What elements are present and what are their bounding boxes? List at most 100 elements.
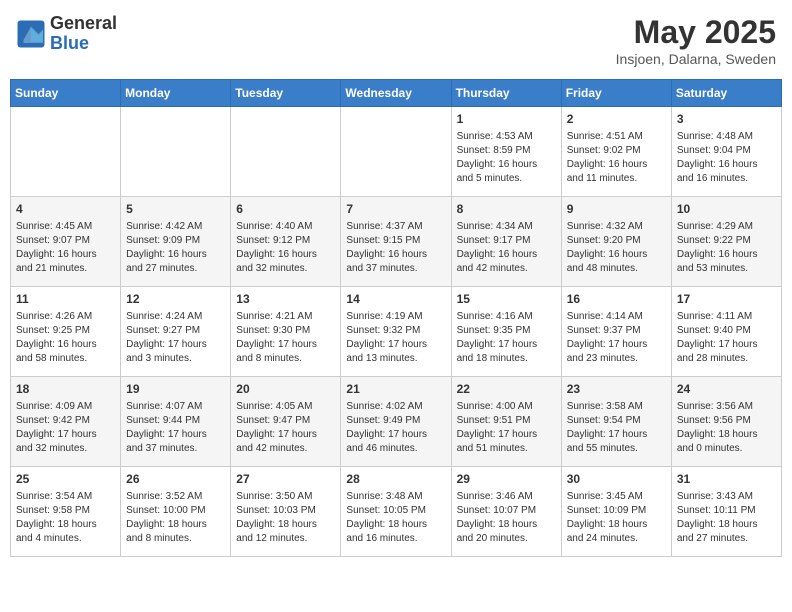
day-number: 11 (16, 291, 115, 308)
day-number: 13 (236, 291, 335, 308)
calendar-cell (11, 107, 121, 197)
day-info: Sunrise: 4:48 AM Sunset: 9:04 PM Dayligh… (677, 130, 776, 186)
day-info: Sunrise: 4:37 AM Sunset: 9:15 PM Dayligh… (346, 220, 445, 276)
day-info: Sunrise: 3:58 AM Sunset: 9:54 PM Dayligh… (567, 400, 666, 456)
day-info: Sunrise: 4:29 AM Sunset: 9:22 PM Dayligh… (677, 220, 776, 276)
day-info: Sunrise: 3:48 AM Sunset: 10:05 PM Daylig… (346, 490, 445, 546)
week-row: 18 Sunrise: 4:09 AM Sunset: 9:42 PM Dayli… (11, 377, 782, 467)
calendar-cell (341, 107, 451, 197)
day-header-sunday: Sunday (11, 80, 121, 107)
calendar-cell: 16 Sunrise: 4:14 AM Sunset: 9:37 PM Dayli… (561, 287, 671, 377)
day-number: 14 (346, 291, 445, 308)
day-info: Sunrise: 4:26 AM Sunset: 9:25 PM Dayligh… (16, 310, 115, 366)
day-header-thursday: Thursday (451, 80, 561, 107)
day-number: 17 (677, 291, 776, 308)
calendar-cell (121, 107, 231, 197)
header-row: SundayMondayTuesdayWednesdayThursdayFrid… (11, 80, 782, 107)
day-header-wednesday: Wednesday (341, 80, 451, 107)
week-row: 11 Sunrise: 4:26 AM Sunset: 9:25 PM Dayli… (11, 287, 782, 377)
month-year: May 2025 (616, 14, 776, 51)
calendar-cell: 27 Sunrise: 3:50 AM Sunset: 10:03 PM Dayl… (231, 467, 341, 557)
logo-blue: Blue (50, 34, 117, 54)
week-row: 1 Sunrise: 4:53 AM Sunset: 8:59 PM Daylig… (11, 107, 782, 197)
day-info: Sunrise: 4:19 AM Sunset: 9:32 PM Dayligh… (346, 310, 445, 366)
day-info: Sunrise: 4:42 AM Sunset: 9:09 PM Dayligh… (126, 220, 225, 276)
day-info: Sunrise: 4:11 AM Sunset: 9:40 PM Dayligh… (677, 310, 776, 366)
day-header-friday: Friday (561, 80, 671, 107)
day-number: 27 (236, 471, 335, 488)
calendar-cell: 29Sunrise: 3:46 AM Sunset: 10:07 PM Dayl… (451, 467, 561, 557)
day-number: 12 (126, 291, 225, 308)
calendar-cell: 31Sunrise: 3:43 AM Sunset: 10:11 PM Dayl… (671, 467, 781, 557)
day-number: 3 (677, 111, 776, 128)
day-number: 19 (126, 381, 225, 398)
day-info: Sunrise: 4:53 AM Sunset: 8:59 PM Dayligh… (457, 130, 556, 186)
day-info: Sunrise: 4:02 AM Sunset: 9:49 PM Dayligh… (346, 400, 445, 456)
calendar-cell: 9Sunrise: 4:32 AM Sunset: 9:20 PM Daylig… (561, 197, 671, 287)
day-header-tuesday: Tuesday (231, 80, 341, 107)
day-number: 22 (457, 381, 556, 398)
day-number: 7 (346, 201, 445, 218)
calendar-cell: 23 Sunrise: 3:58 AM Sunset: 9:54 PM Dayli… (561, 377, 671, 467)
calendar-cell: 10 Sunrise: 4:29 AM Sunset: 9:22 PM Dayli… (671, 197, 781, 287)
day-number: 10 (677, 201, 776, 218)
day-number: 16 (567, 291, 666, 308)
calendar-cell: 25 Sunrise: 3:54 AM Sunset: 9:58 PM Dayli… (11, 467, 121, 557)
calendar-cell: 3 Sunrise: 4:48 AM Sunset: 9:04 PM Daylig… (671, 107, 781, 197)
day-number: 5 (126, 201, 225, 218)
day-number: 1 (457, 111, 556, 128)
calendar-cell: 7 Sunrise: 4:37 AM Sunset: 9:15 PM Daylig… (341, 197, 451, 287)
day-header-monday: Monday (121, 80, 231, 107)
calendar-cell: 28 Sunrise: 3:48 AM Sunset: 10:05 PM Dayl… (341, 467, 451, 557)
day-number: 23 (567, 381, 666, 398)
day-info: Sunrise: 4:24 AM Sunset: 9:27 PM Dayligh… (126, 310, 225, 366)
day-number: 30 (567, 471, 666, 488)
day-number: 25 (16, 471, 115, 488)
day-info: Sunrise: 3:46 AM Sunset: 10:07 PM Daylig… (457, 490, 556, 546)
calendar-cell: 11 Sunrise: 4:26 AM Sunset: 9:25 PM Dayli… (11, 287, 121, 377)
day-number: 15 (457, 291, 556, 308)
day-info: Sunrise: 4:32 AM Sunset: 9:20 PM Dayligh… (567, 220, 666, 276)
day-info: Sunrise: 3:54 AM Sunset: 9:58 PM Dayligh… (16, 490, 115, 546)
day-info: Sunrise: 4:09 AM Sunset: 9:42 PM Dayligh… (16, 400, 115, 456)
calendar-cell: 13 Sunrise: 4:21 AM Sunset: 9:30 PM Dayli… (231, 287, 341, 377)
day-info: Sunrise: 4:34 AM Sunset: 9:17 PM Dayligh… (457, 220, 556, 276)
calendar-cell: 30 Sunrise: 3:45 AM Sunset: 10:09 PM Dayl… (561, 467, 671, 557)
day-info: Sunrise: 4:51 AM Sunset: 9:02 PM Dayligh… (567, 130, 666, 186)
calendar-table: SundayMondayTuesdayWednesdayThursdayFrid… (10, 79, 782, 557)
calendar-cell: 2 Sunrise: 4:51 AM Sunset: 9:02 PM Daylig… (561, 107, 671, 197)
day-info: Sunrise: 3:45 AM Sunset: 10:09 PM Daylig… (567, 490, 666, 546)
day-number: 28 (346, 471, 445, 488)
location: Insjoen, Dalarna, Sweden (616, 51, 776, 67)
calendar-cell: 26 Sunrise: 3:52 AM Sunset: 10:00 PM Dayl… (121, 467, 231, 557)
day-number: 6 (236, 201, 335, 218)
day-number: 21 (346, 381, 445, 398)
day-info: Sunrise: 4:14 AM Sunset: 9:37 PM Dayligh… (567, 310, 666, 366)
day-number: 24 (677, 381, 776, 398)
day-info: Sunrise: 3:52 AM Sunset: 10:00 PM Daylig… (126, 490, 225, 546)
day-number: 4 (16, 201, 115, 218)
day-number: 8 (457, 201, 556, 218)
calendar-cell: 4 Sunrise: 4:45 AM Sunset: 9:07 PM Daylig… (11, 197, 121, 287)
week-row: 25 Sunrise: 3:54 AM Sunset: 9:58 PM Dayli… (11, 467, 782, 557)
calendar-cell: 21 Sunrise: 4:02 AM Sunset: 9:49 PM Dayli… (341, 377, 451, 467)
day-info: Sunrise: 4:40 AM Sunset: 9:12 PM Dayligh… (236, 220, 335, 276)
calendar-cell: 6 Sunrise: 4:40 AM Sunset: 9:12 PM Daylig… (231, 197, 341, 287)
day-number: 26 (126, 471, 225, 488)
day-number: 20 (236, 381, 335, 398)
calendar-cell: 14 Sunrise: 4:19 AM Sunset: 9:32 PM Dayli… (341, 287, 451, 377)
logo: General Blue (16, 14, 117, 54)
logo-text: General Blue (50, 14, 117, 54)
day-number: 18 (16, 381, 115, 398)
day-info: Sunrise: 3:50 AM Sunset: 10:03 PM Daylig… (236, 490, 335, 546)
day-info: Sunrise: 4:16 AM Sunset: 9:35 PM Dayligh… (457, 310, 556, 366)
logo-general: General (50, 14, 117, 34)
day-number: 31 (677, 471, 776, 488)
week-row: 4 Sunrise: 4:45 AM Sunset: 9:07 PM Daylig… (11, 197, 782, 287)
page-header: General Blue May 2025 Insjoen, Dalarna, … (10, 10, 782, 71)
day-header-saturday: Saturday (671, 80, 781, 107)
day-number: 2 (567, 111, 666, 128)
day-info: Sunrise: 4:45 AM Sunset: 9:07 PM Dayligh… (16, 220, 115, 276)
title-block: May 2025 Insjoen, Dalarna, Sweden (616, 14, 776, 67)
day-info: Sunrise: 4:21 AM Sunset: 9:30 PM Dayligh… (236, 310, 335, 366)
